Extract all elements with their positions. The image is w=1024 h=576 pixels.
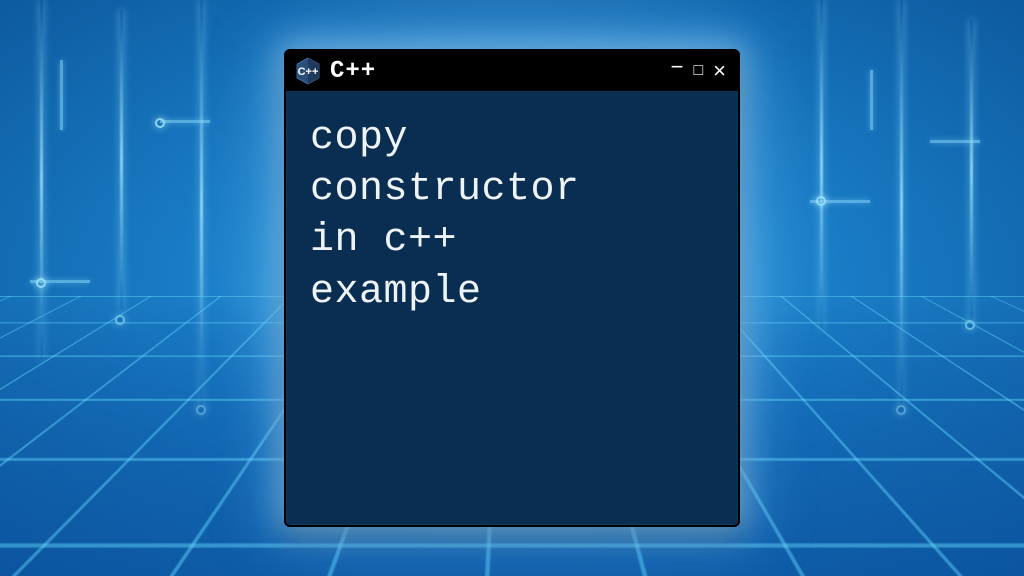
close-button[interactable]: × bbox=[711, 60, 728, 82]
window-controls: − □ × bbox=[669, 60, 728, 82]
maximize-button[interactable]: □ bbox=[691, 63, 705, 79]
titlebar[interactable]: C++ C++ − □ × bbox=[286, 51, 738, 91]
minimize-button[interactable]: − bbox=[669, 56, 686, 78]
window-title: C++ bbox=[330, 58, 659, 85]
cpp-icon: C++ bbox=[296, 57, 320, 85]
svg-text:C++: C++ bbox=[298, 66, 319, 78]
terminal-body: copy constructor in c++ example bbox=[286, 91, 738, 525]
terminal-window: C++ C++ − □ × copy constructor in c++ ex… bbox=[284, 49, 740, 527]
